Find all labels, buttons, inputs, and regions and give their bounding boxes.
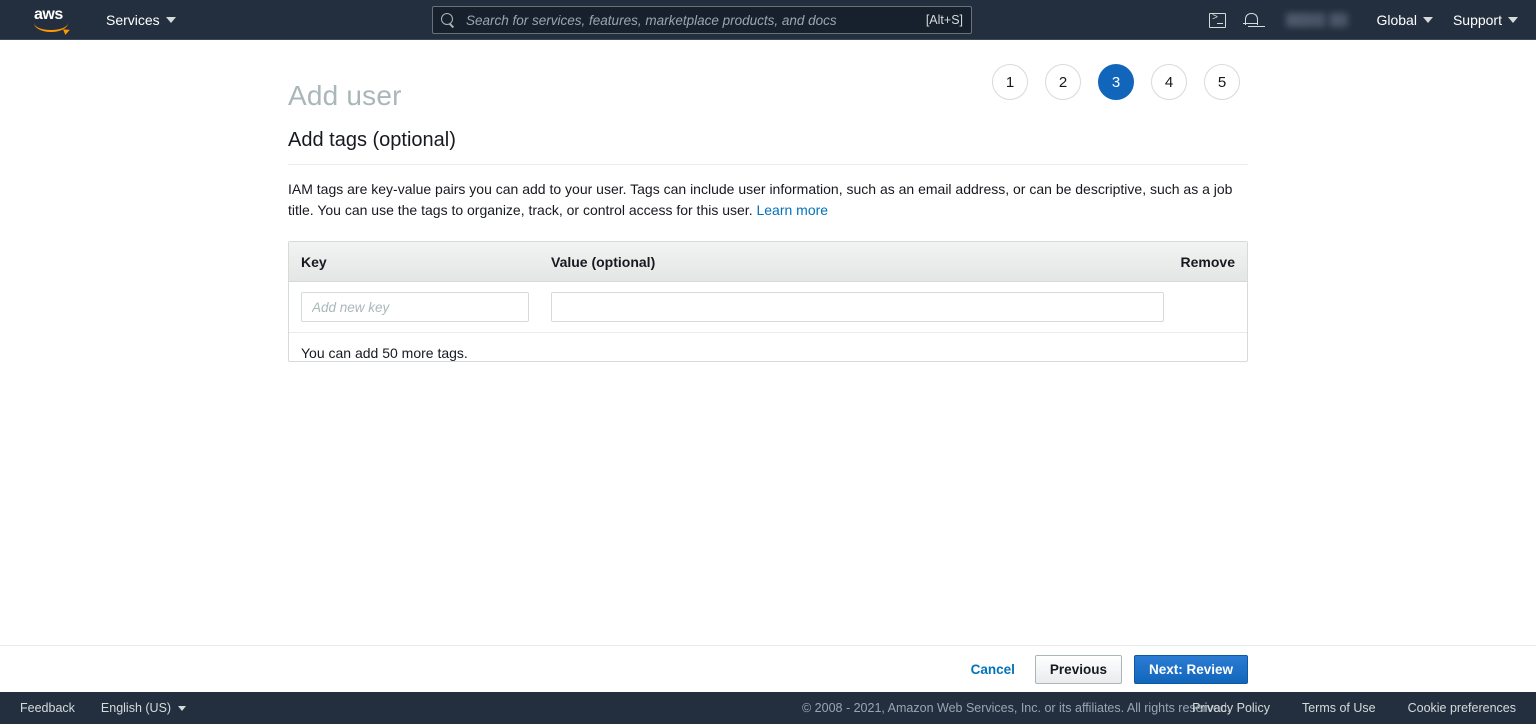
global-search[interactable]: [Alt+S] — [432, 6, 972, 34]
wizard-step-indicator: 1 2 3 4 5 — [992, 64, 1240, 100]
section-description: IAM tags are key-value pairs you can add… — [288, 179, 1248, 221]
search-input[interactable] — [464, 11, 918, 29]
terminal-icon — [1208, 12, 1226, 28]
aws-logo[interactable]: aws — [34, 5, 74, 33]
top-navigation-right: Global Support — [1200, 0, 1528, 40]
tag-value-input[interactable] — [551, 292, 1164, 322]
tags-remaining-note: You can add 50 more tags. — [301, 345, 468, 361]
feedback-link[interactable]: Feedback — [20, 701, 75, 715]
learn-more-link[interactable]: Learn more — [756, 202, 828, 218]
page-title: Add user — [288, 79, 402, 111]
account-name-redacted — [1286, 13, 1349, 27]
privacy-policy-link[interactable]: Privacy Policy — [1192, 701, 1270, 715]
tags-table-header: Key Value (optional) Remove — [289, 242, 1247, 282]
chevron-down-icon — [1422, 17, 1433, 23]
support-menu[interactable]: Support — [1443, 0, 1528, 40]
add-tags-panel: Add tags (optional) IAM tags are key-val… — [288, 129, 1248, 362]
page-footer: Feedback English (US) © 2008 - 2021, Ama… — [0, 692, 1536, 724]
footer-right-group: Privacy Policy Terms of Use Cookie prefe… — [1192, 692, 1516, 724]
wizard-step-2[interactable]: 2 — [1045, 64, 1081, 100]
footer-left-group: Feedback English (US) — [20, 701, 187, 715]
cancel-button[interactable]: Cancel — [963, 655, 1023, 684]
terms-of-use-link[interactable]: Terms of Use — [1302, 701, 1376, 715]
wizard-step-4[interactable]: 4 — [1151, 64, 1187, 100]
region-menu[interactable]: Global — [1366, 0, 1442, 40]
chevron-down-icon — [165, 16, 176, 23]
cookie-preferences-link[interactable]: Cookie preferences — [1408, 701, 1516, 715]
chevron-down-icon — [1508, 17, 1518, 23]
top-navigation-bar: aws Services [Alt+S] Global Support — [0, 0, 1536, 40]
support-menu-label: Support — [1452, 12, 1502, 28]
tag-key-input[interactable] — [301, 292, 529, 322]
language-selector-label: English (US) — [100, 701, 172, 715]
cloudshell-button[interactable] — [1200, 0, 1234, 40]
services-menu-label: Services — [106, 11, 160, 28]
previous-button[interactable]: Previous — [1034, 654, 1122, 684]
search-shortcut-hint: [Alt+S] — [925, 13, 963, 27]
section-heading: Add tags (optional) — [288, 129, 1248, 165]
notifications-button[interactable] — [1234, 0, 1268, 40]
tags-table: Key Value (optional) Remove You can add … — [288, 241, 1248, 362]
bell-icon — [1243, 12, 1259, 29]
aws-logo-smile-icon — [34, 23, 68, 32]
column-header-value: Value (optional) — [551, 253, 656, 270]
wizard-step-5[interactable]: 5 — [1204, 64, 1240, 100]
next-review-button[interactable]: Next: Review — [1133, 654, 1248, 684]
wizard-step-1[interactable]: 1 — [992, 64, 1028, 100]
aws-logo-wordmark: aws — [34, 5, 63, 23]
language-selector[interactable]: English (US) — [100, 701, 187, 715]
column-header-key: Key — [301, 253, 327, 270]
region-menu-label: Global — [1376, 12, 1417, 28]
table-row — [289, 282, 1247, 333]
copyright-text: © 2008 - 2021, Amazon Web Services, Inc.… — [802, 701, 1231, 715]
column-header-remove: Remove — [1180, 253, 1235, 270]
main-content: Add user 1 2 3 4 5 Add tags (optional) I… — [0, 41, 1536, 644]
wizard-step-3[interactable]: 3 — [1098, 64, 1134, 100]
search-icon — [441, 12, 456, 28]
chevron-down-icon — [178, 705, 187, 711]
wizard-action-bar: Cancel Previous Next: Review — [0, 645, 1536, 692]
account-menu[interactable] — [1268, 0, 1366, 40]
global-search-box[interactable]: [Alt+S] — [432, 6, 972, 34]
services-menu[interactable]: Services — [96, 0, 186, 40]
